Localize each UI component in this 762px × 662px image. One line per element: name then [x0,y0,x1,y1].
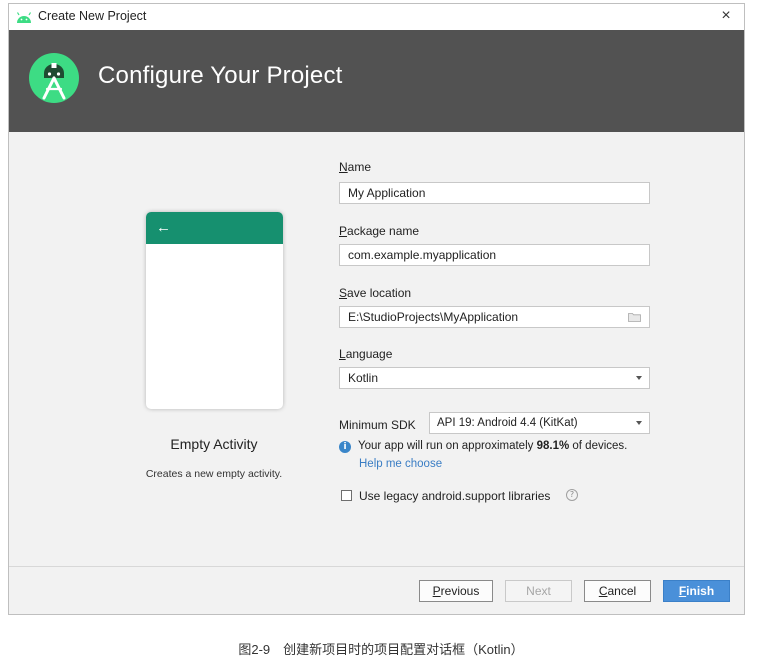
template-preview: ← [146,212,283,409]
language-value: Kotlin [348,371,379,385]
page-title: Configure Your Project [98,62,343,89]
create-project-dialog: Create New Project × Configure Your Proj… [8,3,745,615]
save-location-value: E:\StudioProjects\MyApplication [348,310,519,324]
chevron-down-icon [636,376,642,380]
previous-button[interactable]: Previous [419,580,493,602]
name-input-value: My Application [348,186,426,200]
figure-caption: 图2-9 创建新项目时的项目配置对话框（Kotlin） [238,642,524,657]
name-label: Name [339,160,372,174]
help-me-choose-link[interactable]: Help me choose [359,458,442,470]
coverage-percent: 98.1% [536,440,570,452]
android-studio-logo [29,53,79,103]
package-name-label: Package name [339,224,420,238]
minimum-sdk-label: Minimum SDK [339,418,416,432]
dialog-footer: Previous Next Cancel Finish [9,566,744,614]
folder-icon[interactable] [628,312,641,322]
legacy-support-label[interactable]: Use legacy android.support libraries [359,489,550,503]
banner: Configure Your Project [9,30,744,132]
name-input[interactable]: My Application [339,182,650,204]
next-button[interactable]: Next [505,580,572,602]
legacy-support-checkbox[interactable] [341,490,352,501]
language-label: Language [339,347,393,361]
close-button[interactable]: × [716,6,736,26]
help-icon[interactable]: ? [566,489,578,501]
template-name: Empty Activity [170,436,258,452]
save-location-label: Save location [339,286,412,300]
minimum-sdk-value: API 19: Android 4.4 (KitKat) [437,417,578,429]
dialog-content: ← Empty Activity Creates a new empty act… [9,132,744,567]
language-select[interactable]: Kotlin [339,367,650,389]
info-icon: i [339,441,351,453]
finish-button[interactable]: Finish [663,580,730,602]
package-name-value: com.example.myapplication [348,248,497,262]
chevron-down-icon [636,421,642,425]
package-name-input[interactable]: com.example.myapplication [339,244,650,266]
back-arrow-icon: ← [156,219,171,236]
window-title: Create New Project [38,9,147,23]
template-appbar: ← [146,212,283,244]
minimum-sdk-select[interactable]: API 19: Android 4.4 (KitKat) [429,412,650,434]
cancel-button[interactable]: Cancel [584,580,651,602]
title-bar: Create New Project × [9,4,744,31]
android-icon [16,12,32,23]
template-description: Creates a new empty activity. [145,468,283,480]
device-coverage-text: Your app will run on approximately 98.1%… [358,440,628,452]
save-location-input[interactable]: E:\StudioProjects\MyApplication [339,306,650,328]
